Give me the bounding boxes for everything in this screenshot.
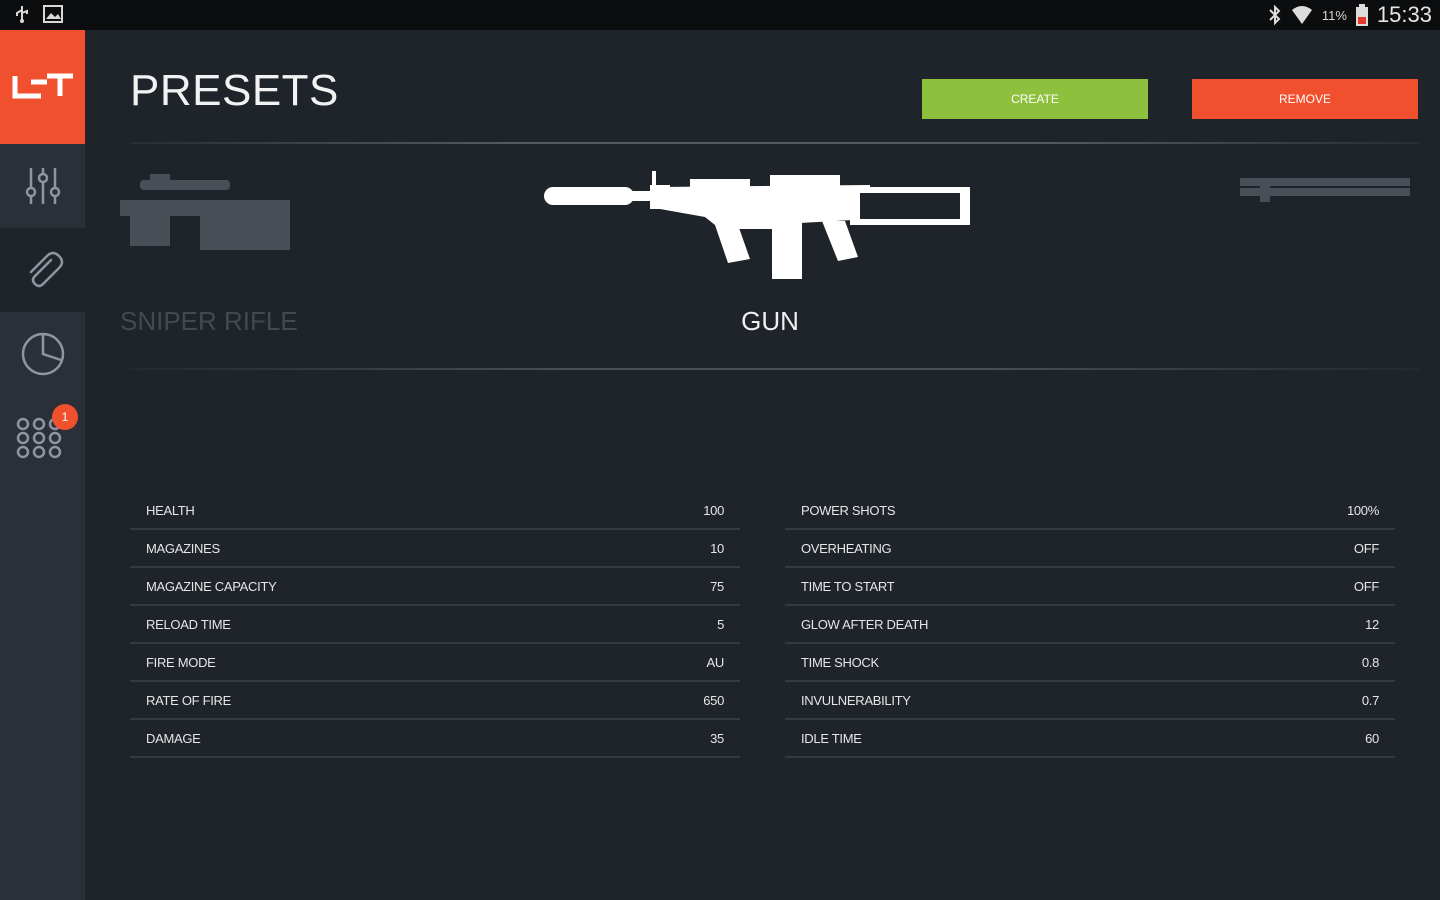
stat-value: 35 — [710, 730, 724, 746]
preset-card-next[interactable] — [1240, 170, 1420, 220]
stat-row-time-shock[interactable]: TIME SHOCK 0.8 — [785, 644, 1395, 682]
stat-label: MAGAZINE CAPACITY — [146, 578, 277, 594]
stat-row-invulnerability[interactable]: INVULNERABILITY 0.7 — [785, 682, 1395, 720]
image-icon — [43, 5, 63, 23]
stat-row-rate-of-fire[interactable]: RATE OF FIRE 650 — [130, 682, 740, 720]
sidebar: 1 — [0, 30, 85, 900]
stat-label: HEALTH — [146, 502, 195, 518]
stat-value: 5 — [717, 616, 724, 632]
stat-row-time-to-start[interactable]: TIME TO START OFF — [785, 568, 1395, 606]
stat-label: MAGAZINES — [146, 540, 220, 556]
stat-row-health[interactable]: HEALTH 100 — [130, 492, 740, 530]
shotgun-icon — [1240, 178, 1410, 202]
stat-label: FIRE MODE — [146, 654, 216, 670]
stat-label: IDLE TIME — [801, 730, 862, 746]
preset-label-current: GUN — [741, 306, 799, 336]
stat-label: RATE OF FIRE — [146, 692, 231, 708]
nav-item-apps[interactable]: 1 — [0, 396, 85, 480]
stat-row-magazine-capacity[interactable]: MAGAZINE CAPACITY 75 — [130, 568, 740, 606]
stat-value: 60 — [1365, 730, 1379, 746]
lt-logo-icon — [12, 73, 73, 99]
sniper-rifle-icon — [120, 174, 290, 250]
stat-value: 0.8 — [1361, 654, 1379, 670]
stat-row-damage[interactable]: DAMAGE 35 — [130, 720, 740, 758]
stat-row-magazines[interactable]: MAGAZINES 10 — [130, 530, 740, 568]
stat-row-reload-time[interactable]: RELOAD TIME 5 — [130, 606, 740, 644]
stat-row-overheating[interactable]: OVERHEATING OFF — [785, 530, 1395, 568]
stat-label: INVULNERABILITY — [801, 692, 911, 708]
paperclip-icon — [29, 251, 63, 288]
preset-card-current[interactable] — [540, 165, 970, 285]
stat-value: 75 — [710, 578, 724, 594]
status-left — [12, 4, 64, 24]
stat-label: DAMAGE — [146, 730, 201, 746]
wifi-icon — [1291, 6, 1312, 24]
nav-item-stats[interactable] — [0, 312, 85, 396]
battery-percent: 11% — [1321, 7, 1347, 23]
stat-row-idle-time[interactable]: IDLE TIME 60 — [785, 720, 1395, 758]
stat-value: 100 — [703, 502, 724, 518]
stat-value: 0.7 — [1361, 692, 1379, 708]
machine-gun-icon — [544, 171, 970, 279]
stat-label: GLOW AFTER DEATH — [801, 616, 929, 632]
app-logo[interactable] — [0, 30, 85, 144]
stat-value: 12 — [1365, 616, 1379, 632]
battery-icon — [1355, 4, 1368, 26]
pie-chart-icon — [21, 332, 64, 376]
stat-label: TIME SHOCK — [801, 654, 879, 670]
stat-value: AU — [706, 654, 725, 670]
status-right: 11% 15:33 — [1268, 0, 1432, 30]
stat-value: 100% — [1346, 502, 1379, 518]
preset-label-previous: SNIPER RIFLE — [120, 306, 298, 336]
usb-icon — [16, 6, 28, 23]
header-divider — [130, 142, 1420, 144]
nav-item-settings[interactable] — [0, 144, 85, 228]
stat-value: OFF — [1353, 578, 1379, 594]
stat-value: OFF — [1353, 540, 1379, 556]
status-bar: 11% 15:33 — [0, 0, 1440, 30]
carousel-divider — [130, 368, 1420, 370]
stat-label: RELOAD TIME — [146, 616, 231, 632]
stat-row-glow-after-death[interactable]: GLOW AFTER DEATH 12 — [785, 606, 1395, 644]
clock: 15:33 — [1376, 2, 1432, 27]
preset-card-previous[interactable]: SNIPER RIFLE — [120, 160, 420, 360]
stat-value: 650 — [703, 692, 724, 708]
stat-label: OVERHEATING — [801, 540, 892, 556]
notification-badge: 1 — [52, 404, 78, 430]
stats-table-left: HEALTH 100 MAGAZINES 10 MAGAZINE CAPACIT… — [130, 492, 740, 758]
bluetooth-icon — [1269, 4, 1281, 26]
stat-row-power-shots[interactable]: POWER SHOTS 100% — [785, 492, 1395, 530]
nav-item-presets[interactable] — [0, 228, 85, 312]
stat-value: 10 — [710, 540, 724, 556]
stats-table-right: POWER SHOTS 100% OVERHEATING OFF TIME TO… — [785, 492, 1395, 758]
stat-label: TIME TO START — [801, 578, 895, 594]
create-button[interactable]: CREATE — [922, 79, 1148, 119]
stat-row-fire-mode[interactable]: FIRE MODE AU — [130, 644, 740, 682]
remove-button[interactable]: REMOVE — [1192, 79, 1418, 119]
sliders-icon — [25, 168, 60, 204]
page-title: PRESETS — [130, 66, 339, 115]
stat-label: POWER SHOTS — [801, 502, 896, 518]
